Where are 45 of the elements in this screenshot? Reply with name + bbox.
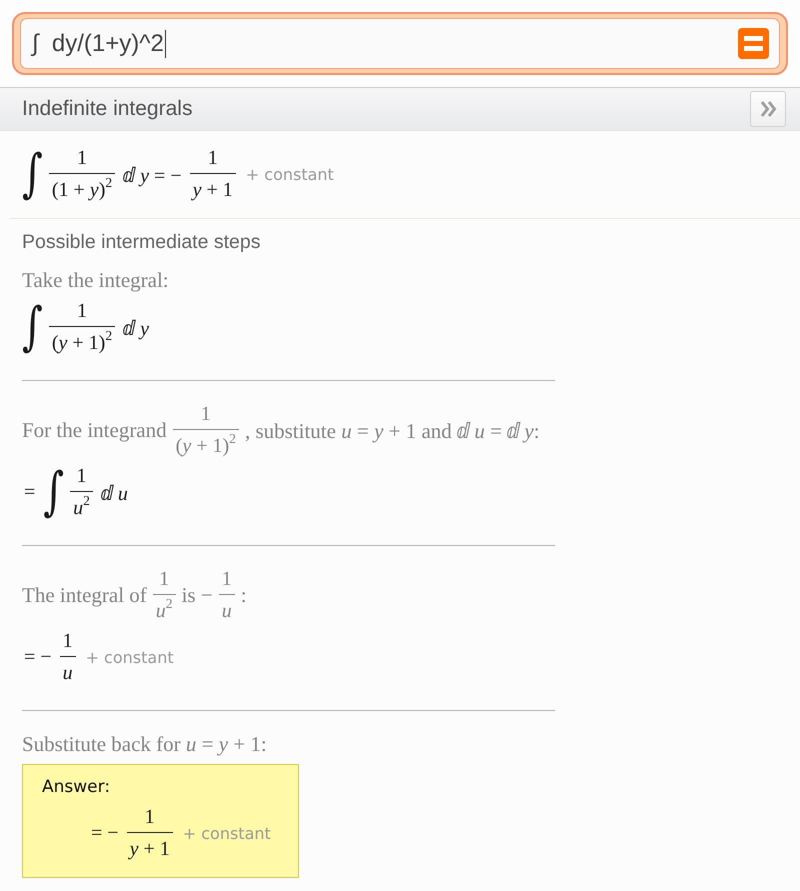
- search-field[interactable]: ∫ dy/(1+y)^2: [20, 18, 780, 69]
- double-chevron-right-icon: [760, 101, 776, 117]
- step-text: is −: [182, 582, 213, 608]
- fraction-denominator: u: [62, 661, 74, 685]
- fraction-numerator: 1: [172, 402, 239, 430]
- integral-sign: ∫: [22, 301, 43, 353]
- step-text: Substitute back for u = y + 1:: [22, 732, 267, 757]
- math-text: = −: [23, 646, 53, 668]
- constant-term: + constant: [244, 164, 334, 184]
- fraction-numerator: 1: [70, 464, 93, 492]
- equals-icon: [744, 36, 763, 51]
- step-text: Take the integral:: [22, 268, 169, 293]
- integral-sign: ∫: [22, 148, 43, 200]
- equals-button[interactable]: [738, 28, 769, 59]
- fraction-denominator: y + 1: [190, 178, 234, 202]
- constant-term: + constant: [84, 648, 174, 666]
- fraction-denominator: (y + 1)$^{2}$: [174, 430, 237, 458]
- fraction-numerator: 1: [60, 629, 76, 657]
- steps-title: Possible intermediate steps: [22, 231, 262, 254]
- fraction-denominator: (y + 1)$^{2}$: [50, 327, 114, 355]
- text-cursor: [164, 30, 166, 58]
- math-text: =: [23, 480, 36, 504]
- double-chevron-button[interactable]: [750, 91, 786, 127]
- step-text: The integral of: [22, 582, 147, 608]
- step-text: :: [240, 582, 247, 608]
- fraction-denominator: u$^{2}$: [72, 492, 91, 520]
- fraction-numerator: 1: [126, 805, 173, 833]
- fraction-numerator: 1: [48, 299, 116, 327]
- constant-term: + constant: [182, 824, 271, 842]
- fraction-numerator: 1: [48, 146, 116, 174]
- fraction-denominator: y + 1: [127, 837, 171, 861]
- fraction-numerator: 1: [190, 146, 236, 174]
- integral-sign: ∫: [43, 466, 64, 518]
- math-text: ⅆ y = −: [122, 164, 183, 188]
- fraction-denominator: u$^{2}$: [154, 595, 174, 623]
- fraction-denominator: u: [220, 599, 233, 623]
- fraction-numerator: 1: [152, 567, 176, 595]
- math-text: = −: [90, 822, 120, 844]
- pod-title: Indefinite integrals: [22, 97, 192, 121]
- fraction-numerator: 1: [218, 567, 235, 595]
- answer-label: Answer:: [42, 777, 112, 797]
- step-text: For the integrand: [22, 418, 167, 442]
- math-text: ⅆ y: [122, 316, 150, 340]
- fraction-denominator: (1 + y)$^{2}$: [50, 174, 114, 202]
- math-text: ⅆ u: [100, 482, 129, 506]
